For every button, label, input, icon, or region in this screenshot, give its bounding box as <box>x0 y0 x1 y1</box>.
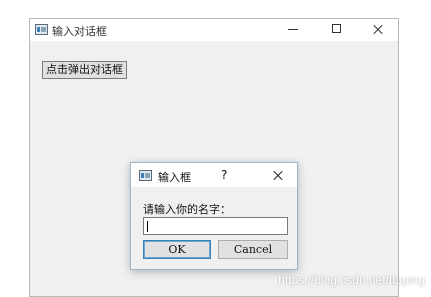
name-prompt-label: 请输入你的名字： <box>143 203 231 216</box>
dialog-titlebar[interactable]: 输入框 ? <box>131 163 297 187</box>
name-input[interactable] <box>143 217 288 235</box>
text-caret <box>147 221 148 232</box>
dialog-title: 输入框 <box>158 171 191 184</box>
minimize-icon <box>288 29 298 30</box>
app-icon <box>35 24 48 35</box>
close-button[interactable] <box>356 19 400 41</box>
close-icon <box>356 19 400 41</box>
dialog-app-icon <box>139 170 152 181</box>
open-dialog-button[interactable]: 点击弹出对话框 <box>42 61 127 79</box>
help-button[interactable]: ? <box>221 168 227 182</box>
dialog-close-icon[interactable] <box>263 163 293 187</box>
main-titlebar[interactable]: 输入对话框 <box>30 19 398 41</box>
minimize-button[interactable] <box>271 19 315 41</box>
maximize-icon <box>332 24 341 33</box>
cancel-button[interactable]: Cancel <box>218 240 288 259</box>
watermark: https://blog.csdn.net/ttuping <box>278 273 425 287</box>
maximize-button[interactable] <box>315 19 359 41</box>
window-title: 输入对话框 <box>52 25 107 38</box>
input-dialog: 输入框 ? 请输入你的名字： OK Cancel <box>130 162 298 270</box>
ok-button[interactable]: OK <box>143 240 211 259</box>
